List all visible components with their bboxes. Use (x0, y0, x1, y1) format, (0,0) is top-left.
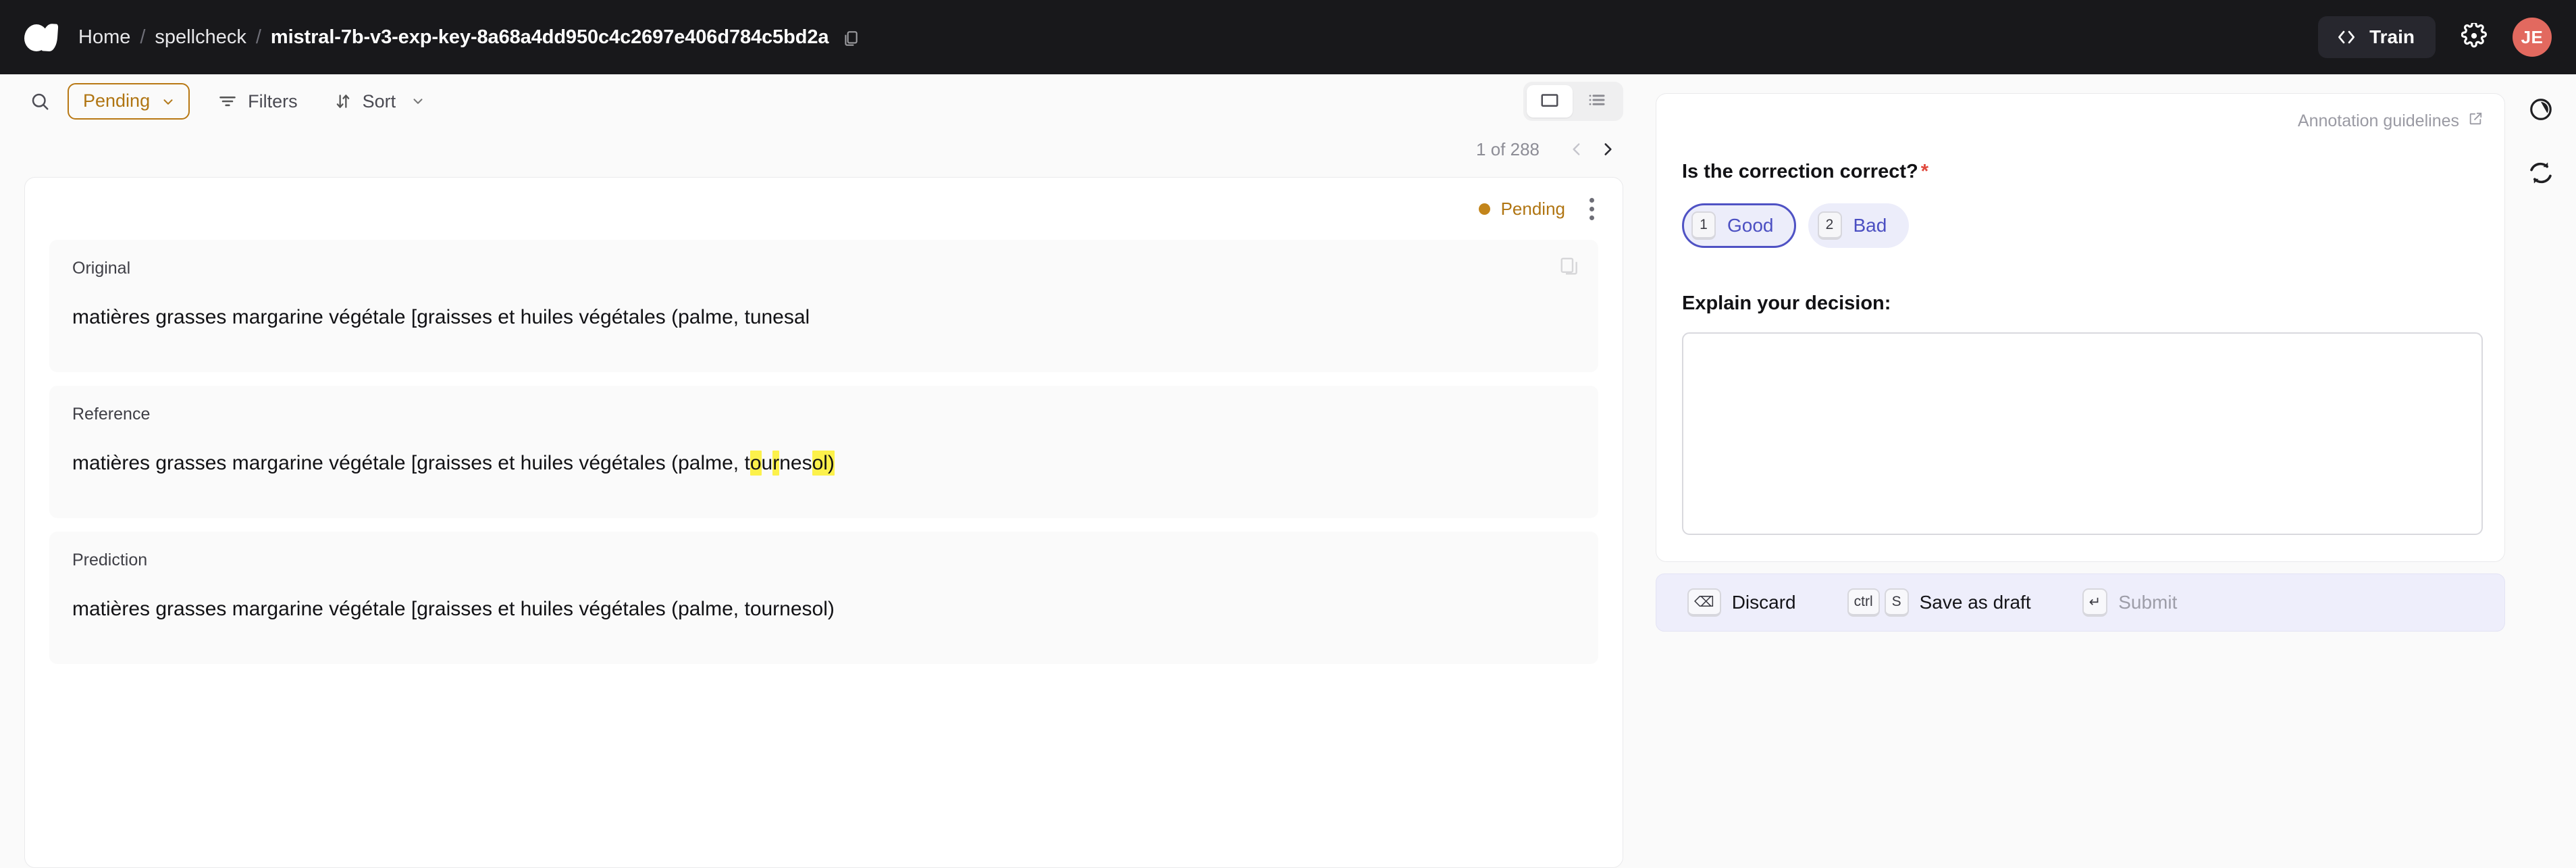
chevron-down-icon (161, 95, 176, 109)
train-button-label: Train (2369, 26, 2415, 47)
annotation-guidelines-label: Annotation guidelines (2297, 111, 2459, 130)
question-options: 1 Good 2 Bad (1682, 203, 2483, 248)
status-badge-label: Pending (1500, 198, 1565, 219)
discard-button-label: Discard (1731, 592, 1796, 613)
field-original-label: Original (72, 259, 131, 278)
settings-button[interactable] (2461, 21, 2487, 52)
pagination: 1 of 288 (0, 128, 1648, 172)
records-column: Pending Filters Sort 1 of 288 Pending Or… (0, 74, 1648, 868)
annotation-column: Annotation guidelines Is the correction … (1648, 74, 2505, 868)
top-bar-actions: Train JE (2318, 16, 2552, 58)
avatar-initials: JE (2521, 26, 2544, 47)
field-original: Original matières grasses margarine végé… (49, 240, 1598, 372)
view-toggle-focus[interactable] (1527, 85, 1573, 118)
sort-button[interactable]: Sort (326, 86, 434, 118)
kebab-menu-icon[interactable] (1585, 194, 1598, 224)
list-icon (1587, 90, 1607, 113)
copy-original-icon[interactable] (1559, 256, 1579, 276)
question-title-text: Is the correction correct? (1682, 161, 1918, 182)
annotation-guidelines-row: Annotation guidelines (1682, 111, 2483, 131)
pagination-next-button[interactable] (1592, 134, 1623, 165)
external-link-icon (2468, 111, 2483, 131)
submit-shortcut: ↵ (2082, 588, 2108, 617)
field-prediction: Prediction matières grasses margarine vé… (49, 532, 1598, 664)
gear-icon (2461, 21, 2487, 52)
breadcrumb-dataset[interactable]: mistral-7b-v3-exp-key-8a68a4dd950c4c2697… (271, 26, 829, 49)
records-toolbar: Pending Filters Sort (0, 74, 1648, 128)
annotation-guidelines-link[interactable]: Annotation guidelines (2298, 111, 2483, 131)
field-reference-label: Reference (72, 405, 151, 424)
user-avatar[interactable]: JE (2513, 18, 2552, 57)
option-bad[interactable]: 2 Bad (1808, 203, 1910, 248)
field-prediction-value: matières grasses margarine végétale [gra… (72, 598, 835, 620)
filters-button[interactable]: Filters (210, 86, 306, 118)
option-good[interactable]: 1 Good (1682, 203, 1796, 248)
save-as-draft-shortcut: ctrl S (1847, 588, 1909, 617)
rectangle-icon (1540, 90, 1560, 113)
right-rail (2505, 74, 2576, 868)
submit-button-label: Submit (2118, 592, 2178, 613)
breadcrumb-home[interactable]: Home (78, 26, 130, 49)
breadcrumb: Home / spellcheck / mistral-7b-v3-exp-ke… (78, 26, 860, 49)
copy-dataset-name-icon[interactable] (842, 30, 860, 47)
save-as-draft-button-label: Save as draft (1919, 592, 2031, 613)
pagination-prev-button[interactable] (1561, 134, 1592, 165)
search-icon[interactable] (30, 91, 50, 111)
option-good-shortcut: 1 (1691, 211, 1716, 240)
status-badge: Pending (1478, 198, 1565, 220)
status-filter-dropdown[interactable]: Pending (68, 83, 190, 120)
sort-arrows-icon (334, 93, 352, 110)
field-reference-value: matières grasses margarine végétale [gra… (72, 451, 835, 476)
discard-button[interactable]: ⌫ Discard (1687, 588, 1796, 617)
argilla-logo[interactable] (23, 20, 63, 54)
save-as-draft-button[interactable]: ctrl S Save as draft (1847, 588, 2031, 617)
code-brackets-icon (2336, 26, 2357, 48)
view-toggle (1523, 82, 1623, 121)
record-card-header: Pending (25, 178, 1623, 240)
status-dot-icon (1478, 203, 1490, 215)
chevron-down-icon (411, 94, 425, 109)
view-toggle-bulk[interactable] (1574, 85, 1620, 118)
train-button[interactable]: Train (2318, 16, 2436, 58)
explain-label: Explain your decision: (1682, 292, 1891, 314)
required-marker: * (1920, 161, 1929, 182)
breadcrumb-workspace[interactable]: spellcheck (155, 26, 246, 49)
top-bar: Home / spellcheck / mistral-7b-v3-exp-ke… (0, 0, 2576, 74)
record-card: Pending Original matières grasses margar… (24, 177, 1623, 868)
record-fields: Original matières grasses margarine végé… (25, 240, 1623, 678)
explain-textarea[interactable] (1682, 332, 2483, 535)
option-bad-label: Bad (1853, 215, 1887, 236)
refresh-icon[interactable] (2528, 160, 2554, 186)
question-title: Is the correction correct? * (1682, 161, 2483, 183)
progress-icon[interactable] (2528, 97, 2554, 122)
discard-shortcut: ⌫ (1687, 588, 1721, 617)
annotation-panel: Annotation guidelines Is the correction … (1656, 93, 2505, 562)
field-original-value: matières grasses margarine végétale [gra… (72, 306, 810, 328)
app-shell: Pending Filters Sort 1 of 288 Pending Or… (0, 74, 2576, 868)
key-ctrl: ctrl (1847, 588, 1880, 617)
breadcrumb-separator-2: / (255, 26, 261, 48)
filters-button-label: Filters (248, 91, 298, 111)
key-s: S (1884, 588, 1909, 617)
submit-button[interactable]: ↵ Submit (2082, 588, 2178, 617)
field-prediction-label: Prediction (72, 551, 148, 569)
pagination-label: 1 of 288 (1476, 138, 1540, 159)
option-bad-shortcut: 2 (1817, 211, 1842, 240)
filter-icon (218, 92, 237, 111)
status-filter-value: Pending (83, 91, 151, 111)
sort-button-label: Sort (362, 91, 396, 111)
option-good-label: Good (1727, 215, 1774, 236)
annotation-action-bar: ⌫ Discard ctrl S Save as draft ↵ Submit (1656, 573, 2505, 632)
breadcrumb-separator-1: / (140, 26, 146, 48)
field-reference: Reference matières grasses margarine vég… (49, 386, 1598, 518)
